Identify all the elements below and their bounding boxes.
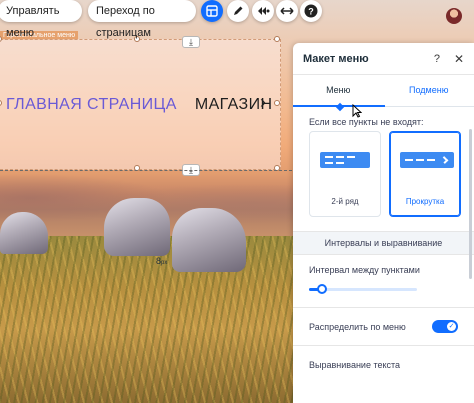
section-header-spacing: Интервалы и выравнивание — [293, 231, 474, 255]
stretch-arrows-icon — [280, 7, 294, 15]
layout-icon — [206, 5, 218, 17]
spacing-unit: px — [161, 260, 168, 266]
panel-header: Макет меню ? ✕ — [293, 43, 474, 75]
floating-toolbar: Управлять меню Переход по страницам ? — [0, 0, 474, 39]
option-label: Прокрутка — [405, 197, 445, 206]
horizontal-menu[interactable]: ⤓ ⤓ ГЛАВНАЯ СТРАНИЦА МАГАЗИН › — [0, 36, 281, 176]
spacing-slider[interactable] — [309, 283, 417, 295]
panel-tabs: Меню Подменю — [293, 75, 474, 112]
background-rock — [104, 198, 170, 256]
two-rows-illustration-icon — [320, 152, 370, 168]
help-button[interactable]: ? — [300, 0, 322, 22]
svg-text:?: ? — [308, 7, 314, 17]
help-icon: ? — [304, 4, 318, 18]
spacing-value[interactable]: 8px — [156, 256, 167, 266]
tab-submenu[interactable]: Подменю — [384, 75, 474, 106]
navigate-pages-button[interactable]: Переход по страницам — [88, 0, 196, 39]
check-icon: ✓ — [447, 322, 456, 331]
text-align-label: Выравнивание текста — [309, 360, 401, 370]
animation-icon — [258, 7, 270, 15]
panel-title: Макет меню — [303, 52, 369, 65]
animation-button[interactable] — [252, 0, 274, 22]
distribute-row: Распределить по меню ✓ — [293, 308, 474, 346]
resize-handle[interactable] — [274, 100, 280, 106]
background-rock — [0, 212, 48, 254]
distribute-label: Распределить по меню — [309, 321, 406, 332]
pen-icon — [234, 6, 243, 15]
overflow-label: Если все пункты не входят: — [309, 117, 424, 127]
panel-scrollbar[interactable] — [469, 129, 472, 279]
menu-item-home[interactable]: ГЛАВНАЯ СТРАНИЦА — [0, 96, 177, 114]
overflow-options: 2-й ряд Прокрутка — [293, 131, 474, 217]
background-grass — [0, 236, 300, 403]
stretch-button[interactable] — [276, 0, 298, 22]
menu-scroll-right-icon[interactable]: › — [260, 92, 266, 113]
mouse-cursor-icon — [352, 104, 362, 118]
layout-button[interactable] — [201, 0, 223, 22]
manage-menu-button[interactable]: Управлять меню — [0, 0, 82, 39]
spacing-label: Интервал между пунктами — [309, 265, 420, 275]
scroll-illustration-icon — [400, 152, 454, 168]
resize-handle[interactable] — [0, 36, 2, 42]
slider-thumb[interactable] — [316, 284, 327, 294]
avatar[interactable] — [446, 8, 462, 24]
distribute-toggle[interactable]: ✓ — [432, 320, 458, 333]
panel-close-icon[interactable]: ✕ — [454, 52, 464, 66]
design-button[interactable] — [227, 0, 249, 22]
menu-layout-panel: Макет меню ? ✕ Меню Подменю Если все пун… — [293, 43, 474, 403]
section-divider — [0, 170, 292, 171]
option-scroll[interactable]: Прокрутка — [389, 131, 461, 217]
option-label: 2-й ряд — [331, 197, 359, 206]
resize-handle[interactable] — [274, 36, 280, 42]
background-rock — [172, 208, 246, 272]
panel-help-icon[interactable]: ? — [434, 53, 440, 65]
stretch-top-button[interactable]: ⤓ — [182, 36, 200, 48]
option-second-row[interactable]: 2-й ряд — [309, 131, 381, 217]
tab-menu[interactable]: Меню — [293, 75, 384, 106]
